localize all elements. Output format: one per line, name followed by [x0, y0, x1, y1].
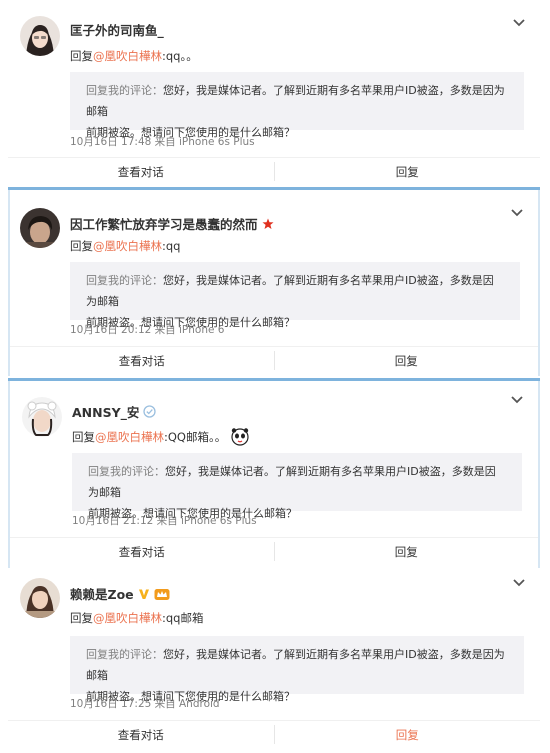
view-conversation-button[interactable]: 查看对话 [8, 158, 274, 185]
star-icon [262, 218, 274, 229]
comment-card: ANNSY_安 回复 @凰吹白樺林:QQ邮箱。。 回复我的评论：您好，我是媒体记者… [8, 381, 540, 568]
quoted-comment: 回复我的评论：您好，我是媒体记者。了解到近期有多名苹果用户ID被盗，多数是因为邮… [70, 72, 524, 139]
quote-label: 回复我的评论： [86, 274, 163, 287]
avatar[interactable] [20, 16, 60, 56]
mention-link[interactable]: @凰吹白樺林 [93, 238, 162, 254]
reply-prefix: 回复 [72, 430, 95, 444]
reply-button[interactable]: 回复 [275, 158, 541, 185]
comment-card: 匡子外的司南鱼_ 回复 @凰吹白樺林:qq。。 回复我的评论：您好，我是媒体记者。… [8, 0, 540, 186]
chevron-down-icon[interactable] [512, 578, 526, 588]
timestamp-source: 10月16日 17:25 来自 Android [70, 698, 220, 710]
quote-label: 回复我的评论： [86, 648, 163, 661]
chevron-down-icon[interactable] [512, 18, 526, 28]
quoted-comment: 回复我的评论：您好，我是媒体记者。了解到近期有多名苹果用户ID被盗，多数是因为邮… [72, 453, 522, 520]
mention-link[interactable]: @凰吹白樺林 [93, 610, 162, 626]
reply-button[interactable]: 回复 [275, 347, 539, 374]
author-link[interactable]: ANNSY_安 [72, 402, 139, 421]
view-conversation-button[interactable]: 查看对话 [10, 538, 274, 565]
author-name[interactable]: ANNSY_安 [72, 402, 157, 421]
author-name[interactable]: 匡子外的司南鱼_ [70, 20, 164, 39]
reply-button[interactable]: 回复 [275, 721, 541, 748]
reply-text: 回复 @凰吹白樺林:qq。。 [70, 48, 198, 64]
reply-content: :qq [162, 239, 181, 253]
avatar-woman-photo-icon [20, 578, 60, 618]
author-link[interactable]: 赖赖是Zoe [70, 584, 134, 603]
author-link[interactable]: 因工作繁忙放弃学习是愚蠢的然而 [70, 214, 258, 233]
reply-content: :QQ邮箱。。 [164, 430, 227, 444]
reply-text: 回复 @凰吹白樺林:qq邮箱 [70, 610, 203, 626]
avatar-girl-hat-photo-icon [22, 397, 62, 437]
reply-text: 回复 @凰吹白樺林:qq [70, 238, 180, 254]
panda-emoji-icon [231, 428, 249, 446]
comment-card: 因工作繁忙放弃学习是愚蠢的然而 回复 @凰吹白樺林:qq 回复我的评论：您好，我是… [8, 190, 540, 376]
chevron-down-icon[interactable] [510, 208, 524, 218]
timestamp-source: 10月16日 17:48 来自 iPhone 6s Plus [70, 136, 255, 148]
verified-check-icon [143, 405, 157, 418]
quoted-comment: 回复我的评论：您好，我是媒体记者。了解到近期有多名苹果用户ID被盗，多数是因为邮… [70, 262, 520, 329]
timestamp-source: 10月16日 21:12 来自 iPhone 6s Plus [72, 515, 257, 527]
author-name[interactable]: 赖赖是Zoe [70, 584, 170, 603]
avatar[interactable] [20, 578, 60, 618]
avatar-girl-photo-icon [20, 16, 60, 56]
author-name[interactable]: 因工作繁忙放弃学习是愚蠢的然而 [70, 214, 274, 233]
reply-content: :qq。。 [162, 49, 198, 63]
comment-card: 赖赖是Zoe 回复 @凰吹白樺林:qq邮箱 回复我的评论：您好，我是媒体记者。了解… [8, 570, 540, 753]
timestamp-source: 10月16日 20:12 来自 iPhone 6 [70, 324, 225, 336]
quote-label: 回复我的评论： [88, 465, 165, 478]
avatar[interactable] [20, 208, 60, 248]
reply-prefix: 回复 [70, 611, 93, 625]
reply-content: :qq邮箱 [162, 611, 204, 625]
reply-text: 回复 @凰吹白樺林:QQ邮箱。。 [72, 427, 250, 447]
reply-prefix: 回复 [70, 239, 93, 253]
view-conversation-button[interactable]: 查看对话 [8, 721, 274, 748]
author-link[interactable]: 匡子外的司南鱼_ [70, 20, 164, 39]
action-bar: 查看对话 回复 [10, 346, 538, 374]
mention-link[interactable]: @凰吹白樺林 [95, 429, 164, 445]
action-bar: 查看对话 回复 [8, 157, 540, 185]
mention-link[interactable]: @凰吹白樺林 [93, 48, 162, 64]
quote-label: 回复我的评论： [86, 84, 163, 97]
reply-prefix: 回复 [70, 49, 93, 63]
action-bar: 查看对话 回复 [10, 537, 538, 565]
chevron-down-icon[interactable] [510, 395, 524, 405]
quoted-comment: 回复我的评论：您好，我是媒体记者。了解到近期有多名苹果用户ID被盗，多数是因为邮… [70, 636, 524, 703]
member-crown-icon [154, 588, 170, 600]
avatar-boy-photo-icon [20, 208, 60, 248]
action-bar: 查看对话 回复 [8, 720, 540, 748]
reply-button[interactable]: 回复 [275, 538, 539, 565]
vip-v-icon [138, 589, 149, 599]
view-conversation-button[interactable]: 查看对话 [10, 347, 274, 374]
avatar[interactable] [22, 397, 62, 437]
